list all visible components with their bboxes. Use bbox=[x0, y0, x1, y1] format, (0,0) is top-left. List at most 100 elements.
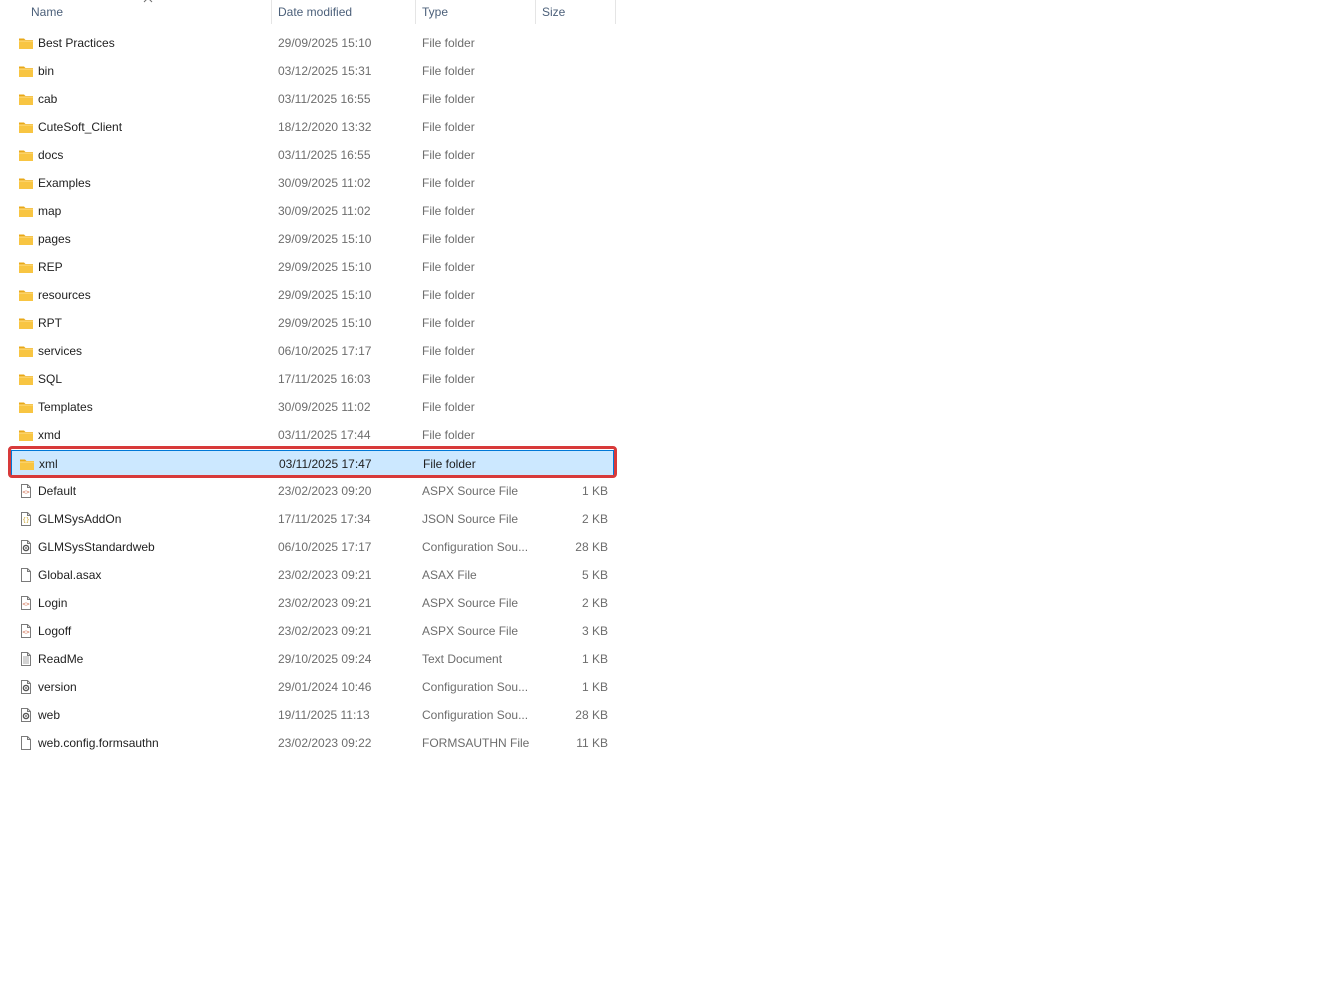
row-size: 28 KB bbox=[575, 708, 608, 722]
row-icon bbox=[18, 254, 36, 280]
row-name: CuteSoft_Client bbox=[38, 120, 123, 134]
folder-icon bbox=[19, 234, 33, 245]
row-icon bbox=[18, 562, 36, 588]
row-size: 1 KB bbox=[581, 652, 608, 666]
column-header-size[interactable]: Size bbox=[535, 0, 616, 24]
row-name: Best Practices bbox=[38, 36, 115, 50]
config-file-icon bbox=[21, 540, 31, 554]
row-icon bbox=[18, 534, 36, 560]
row-date-modified: 17/11/2025 17:34 bbox=[278, 512, 371, 526]
file-row[interactable]: Global.asax 23/02/2023 09:21 ASAX File 5 KB bbox=[11, 562, 614, 588]
column-header-type[interactable]: Type bbox=[415, 0, 536, 24]
row-type: File folder bbox=[422, 64, 475, 78]
row-type: FORMSAUTHN File bbox=[422, 736, 530, 750]
row-icon bbox=[18, 702, 36, 728]
folder-row[interactable]: map 30/09/2025 11:02 File folder bbox=[11, 198, 614, 224]
row-icon bbox=[18, 170, 36, 196]
folder-row[interactable]: xml 03/11/2025 17:47 File folder bbox=[11, 450, 614, 476]
folder-row[interactable]: CuteSoft_Client 18/12/2020 13:32 File fold… bbox=[11, 114, 614, 140]
file-row[interactable]: GLMSysStandardweb 06/10/2025 17:17 Configu… bbox=[11, 534, 614, 560]
folder-row[interactable]: Examples 30/09/2025 11:02 File folder bbox=[11, 170, 614, 196]
row-date-modified: 29/09/2025 15:10 bbox=[278, 288, 372, 302]
row-icon: <> bbox=[18, 618, 36, 644]
folder-row[interactable]: bin 03/12/2025 15:31 File folder bbox=[11, 58, 614, 84]
row-type: File folder bbox=[422, 344, 475, 358]
folder-icon bbox=[19, 206, 33, 217]
folder-row[interactable]: Best Practices 29/09/2025 15:10 File folde… bbox=[11, 30, 614, 56]
row-name: bin bbox=[38, 64, 55, 78]
row-date-modified: 23/02/2023 09:21 bbox=[278, 624, 372, 638]
row-type: File folder bbox=[422, 428, 475, 442]
row-name: Login bbox=[38, 596, 68, 610]
row-size bbox=[535, 30, 608, 56]
folder-row[interactable]: SQL 17/11/2025 16:03 File folder bbox=[11, 366, 614, 392]
row-type: File folder bbox=[422, 288, 475, 302]
file-row[interactable]: <> Logoff 23/02/2023 09:21 ASPX Source File… bbox=[11, 618, 614, 644]
file-list-pane: Name Date modified Type Size Best Practi… bbox=[0, 0, 1335, 997]
row-size bbox=[535, 394, 608, 420]
row-size: 28 KB bbox=[575, 540, 608, 554]
row-size bbox=[535, 142, 608, 168]
file-row[interactable]: <> Login 23/02/2023 09:21 ASPX Source File 2… bbox=[11, 590, 614, 616]
row-type: Configuration Sou... bbox=[422, 708, 529, 722]
row-icon bbox=[18, 142, 36, 168]
row-name: services bbox=[38, 344, 83, 358]
folder-row[interactable]: cab 03/11/2025 16:55 File folder bbox=[11, 86, 614, 112]
row-type: File folder bbox=[422, 176, 475, 190]
row-icon bbox=[18, 198, 36, 224]
sort-ascending-icon bbox=[143, 0, 153, 3]
row-type: ASPX Source File bbox=[422, 624, 519, 638]
file-row[interactable]: {} GLMSysAddOn 17/11/2025 17:34 JSON Source… bbox=[11, 506, 614, 532]
row-size: 2 KB bbox=[581, 596, 608, 610]
row-type: ASPX Source File bbox=[422, 596, 519, 610]
row-date-modified: 06/10/2025 17:17 bbox=[278, 344, 372, 358]
row-icon bbox=[18, 58, 36, 84]
row-icon bbox=[18, 114, 36, 140]
folder-icon bbox=[19, 38, 33, 49]
row-icon: <> bbox=[18, 478, 36, 504]
folder-row[interactable]: resources 29/09/2025 15:10 File folder bbox=[11, 282, 614, 308]
row-date-modified: 29/01/2024 10:46 bbox=[278, 680, 372, 694]
row-date-modified: 19/11/2025 11:13 bbox=[278, 708, 370, 722]
row-icon bbox=[18, 674, 36, 700]
row-size: 2 KB bbox=[581, 512, 608, 526]
file-row[interactable]: <> Default 23/02/2023 09:20 ASPX Source Fil… bbox=[11, 478, 614, 504]
file-row[interactable]: ReadMe 29/10/2025 09:24 Text Document 1 KB bbox=[11, 646, 614, 672]
folder-row[interactable]: REP 29/09/2025 15:10 File folder bbox=[11, 254, 614, 280]
folder-icon bbox=[19, 346, 33, 357]
folder-row[interactable]: xmd 03/11/2025 17:44 File folder bbox=[11, 422, 614, 448]
folder-row[interactable]: Templates 30/09/2025 11:02 File folder bbox=[11, 394, 614, 420]
row-name: xml bbox=[39, 457, 58, 471]
row-date-modified: 29/10/2025 09:24 bbox=[278, 652, 372, 666]
row-name: map bbox=[38, 204, 62, 218]
file-row[interactable]: web.config.formsauthn 23/02/2023 09:22 FOR… bbox=[11, 730, 614, 756]
row-icon bbox=[18, 394, 36, 420]
row-date-modified: 23/02/2023 09:21 bbox=[278, 596, 372, 610]
folder-icon bbox=[19, 402, 33, 413]
row-name: xmd bbox=[38, 428, 61, 442]
file-row[interactable]: version 29/01/2024 10:46 Configuration Sou… bbox=[11, 674, 614, 700]
row-icon: <> bbox=[18, 590, 36, 616]
column-header-name-label: Name bbox=[31, 5, 64, 19]
row-type: File folder bbox=[422, 36, 475, 50]
row-type: JSON Source File bbox=[422, 512, 519, 526]
row-icon bbox=[18, 310, 36, 336]
folder-row[interactable]: docs 03/11/2025 16:55 File folder bbox=[11, 142, 614, 168]
row-name: pages bbox=[38, 232, 71, 246]
row-icon bbox=[18, 226, 36, 252]
file-row[interactable]: web 19/11/2025 11:13 Configuration Sou... 2… bbox=[11, 702, 614, 728]
folder-row[interactable]: RPT 29/09/2025 15:10 File folder bbox=[11, 310, 614, 336]
column-header-size-label: Size bbox=[542, 5, 566, 19]
row-size bbox=[535, 366, 608, 392]
row-size: 5 KB bbox=[581, 568, 608, 582]
folder-row[interactable]: pages 29/09/2025 15:10 File folder bbox=[11, 226, 614, 252]
row-type: File folder bbox=[422, 92, 475, 106]
row-type: File folder bbox=[422, 148, 475, 162]
blank-file-icon bbox=[21, 736, 31, 750]
column-header-date-modified[interactable]: Date modified bbox=[271, 0, 416, 24]
row-name: ReadMe bbox=[38, 652, 84, 666]
config-file-icon bbox=[21, 680, 31, 694]
row-date-modified: 23/02/2023 09:22 bbox=[278, 736, 372, 750]
row-type: File folder bbox=[422, 120, 475, 134]
folder-row[interactable]: services 06/10/2025 17:17 File folder bbox=[11, 338, 614, 364]
